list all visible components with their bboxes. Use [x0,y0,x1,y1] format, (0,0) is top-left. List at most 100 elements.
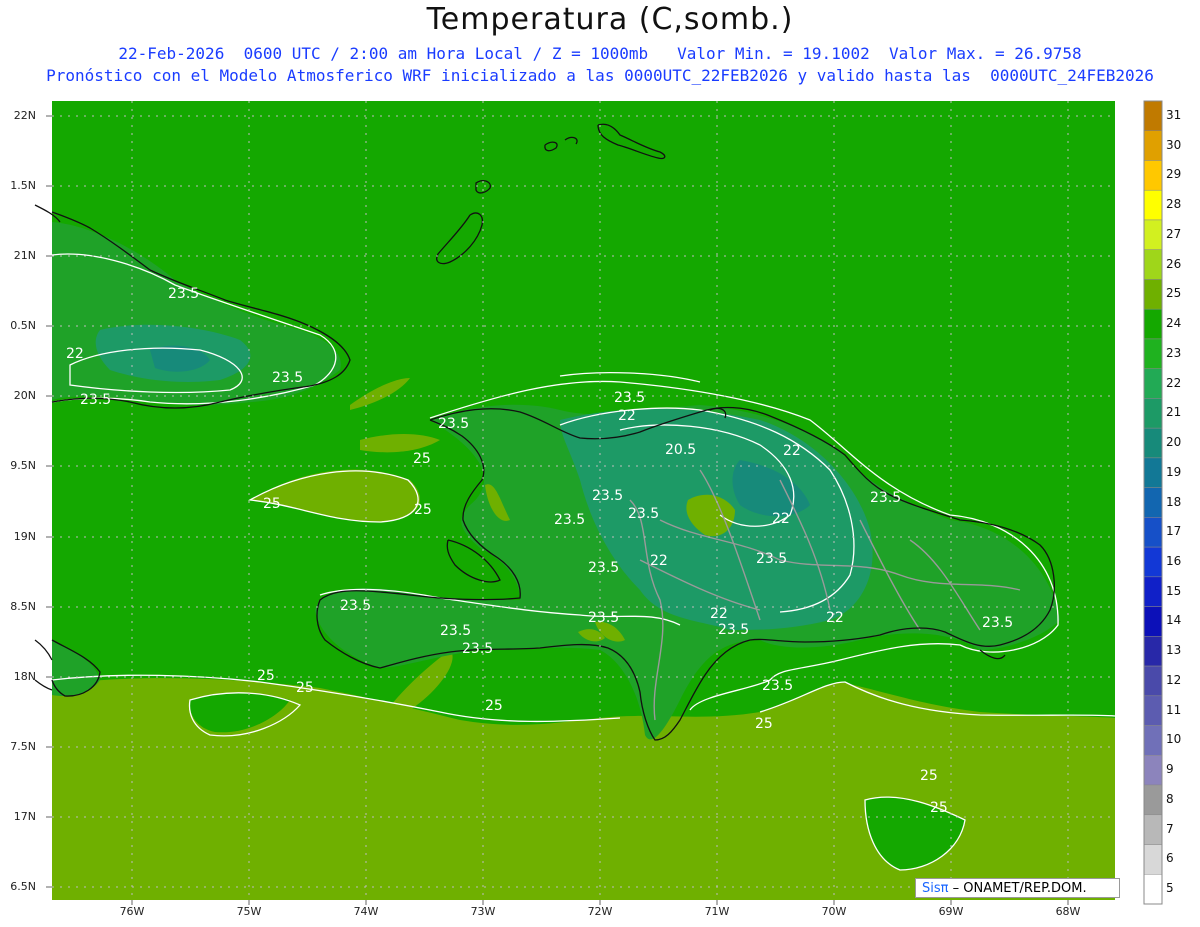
contour-label: 23.5 [982,615,1013,631]
colorbar-label: 17 [1166,524,1182,539]
lon-label: 70W [821,905,847,918]
lat-label: 9.5N [10,459,36,472]
colorbar-swatch [1143,576,1163,607]
sispi-logo: Sisπ [922,881,949,896]
contour-label: 23.5 [340,598,371,614]
colorbar-label: 6 [1166,851,1174,866]
lat-label: 6.5N [10,880,36,893]
contour-label: 25 [257,668,275,684]
contour-label: 25 [413,451,431,467]
contour-label: 23.5 [462,641,493,657]
colorbar-label: 20 [1166,435,1182,450]
colorbar-label: 26 [1166,256,1182,271]
contour-label: 22 [783,443,801,459]
lon-label: 74W [353,905,379,918]
contour-label: 23.5 [168,286,199,302]
colorbar-label: 25 [1166,286,1182,301]
contour-label: 25 [263,496,281,512]
colorbar-swatch [1143,100,1163,131]
contour-label: 23.5 [614,390,645,406]
colorbar-label: 9 [1166,762,1174,777]
contour-label: 22 [710,606,728,622]
colorbar-swatch [1143,189,1163,221]
colorbar-label: 7 [1166,821,1174,836]
credit-box: Sisπ – ONAMET/REP.DOM. [915,878,1120,898]
contour-label: 22 [66,346,84,362]
colorbar-swatch [1143,427,1163,459]
colorbar-swatch [1143,606,1163,637]
contour-label: 23.5 [554,512,585,528]
colorbar-label: 23 [1166,345,1182,360]
colorbar-swatch [1143,636,1163,667]
temperature-map: 23.5 22 23.5 23.5 23.5 22 20.5 22 23.5 2… [34,100,1163,905]
colorbar-label: 15 [1166,583,1182,598]
colorbar-swatch [1143,517,1163,548]
colorbar-label: 10 [1166,732,1182,747]
colorbar-swatch [1143,368,1163,399]
colorbar-label: 21 [1166,405,1182,420]
lat-label: 22N [13,109,36,122]
lon-label: 72W [587,905,613,918]
colorbar-label: 18 [1166,494,1182,509]
lat-label: 20N [13,389,36,402]
contour-label: 23.5 [762,678,793,694]
lat-label: 19N [13,530,36,543]
lat-label: 1.5N [10,179,36,192]
map-subtitle-time: 22-Feb-2026 0600 UTC / 2:00 am Hora Loca… [118,44,1082,63]
colorbar-label: 13 [1166,643,1182,658]
contour-label: 23.5 [272,370,303,386]
colorbar-label: 22 [1166,375,1182,390]
colorbar-swatch [1143,249,1163,280]
colorbar-label: 29 [1166,167,1182,182]
lat-label: 0.5N [10,319,36,332]
colorbar-swatch [1143,457,1163,488]
contour-label: 23.5 [588,610,619,626]
contour-label: 25 [755,716,773,732]
colorbar-label: 12 [1166,672,1182,687]
lat-label: 7.5N [10,740,36,753]
lon-label: 73W [470,905,496,918]
colorbar-label: 31 [1166,107,1182,122]
colorbar-swatch [1143,279,1163,310]
colorbar-label: 11 [1166,702,1182,717]
colorbar-swatch [1143,725,1163,756]
contour-label: 23.5 [718,622,749,638]
colorbar-swatch [1143,160,1163,191]
colorbar-swatch [1143,546,1163,578]
contour-label: 25 [920,768,938,784]
colorbar-swatch [1143,130,1163,161]
lon-label: 71W [704,905,730,918]
colorbar-swatch [1143,338,1163,369]
contour-label: 25 [485,698,503,714]
colorbar-swatch [1143,755,1163,786]
lat-label: 8.5N [10,600,36,613]
contour-label: 23.5 [440,623,471,639]
colorbar-label: 30 [1166,137,1182,152]
contour-label: 20.5 [665,442,696,458]
lon-label: 68W [1055,905,1081,918]
map-title: Temperatura (C,somb.) [426,2,794,37]
colorbar-swatch [1143,695,1163,726]
colorbar-label: 27 [1166,226,1182,241]
contour-label: 25 [296,680,314,696]
lon-label: 75W [236,905,262,918]
contour-label: 23.5 [588,560,619,576]
colorbar-swatch [1143,308,1163,340]
colorbar-label: 16 [1166,553,1182,568]
colorbar-label: 19 [1166,464,1182,479]
colorbar-swatch [1143,487,1163,518]
colorbar-label: 5 [1166,881,1174,896]
lat-label: 17N [13,810,36,823]
colorbar-swatch [1143,219,1163,250]
contour-label: 22 [826,610,844,626]
colorbar-label: 28 [1166,197,1182,212]
contour-label: 23.5 [870,490,901,506]
contour-label: 23.5 [628,506,659,522]
colorbar-swatch [1143,814,1163,845]
colorbar-swatch [1143,784,1163,816]
credit-text: – ONAMET/REP.DOM. [948,881,1087,896]
lat-label: 18N [13,670,36,683]
contour-label: 25 [930,800,948,816]
colorbar [1143,100,1163,905]
colorbar-label: 8 [1166,791,1174,806]
